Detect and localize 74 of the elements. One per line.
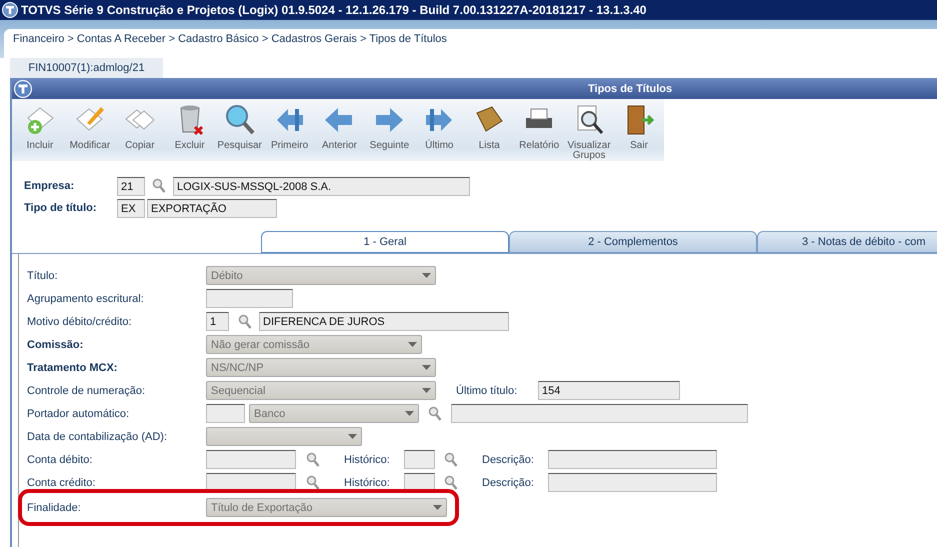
field-label: Empresa:: [24, 180, 76, 192]
caret-icon: [422, 273, 431, 278]
search-icon[interactable]: [305, 474, 321, 490]
caret-icon: [422, 365, 431, 370]
field-label: Data de contabilização (AD):: [27, 430, 168, 442]
input-field[interactable]: [206, 404, 245, 423]
toolbar-button[interactable]: Relatório: [514, 99, 564, 161]
field-label: Descrição:: [482, 476, 535, 488]
caret-icon: [433, 505, 442, 510]
dropdown[interactable]: Título de Exportação: [206, 498, 447, 517]
dropdown[interactable]: NS/NC/NP: [206, 358, 436, 377]
field-label: Agrupamento escritural:: [27, 292, 145, 304]
caret-icon: [405, 411, 414, 416]
search-icon[interactable]: [427, 406, 443, 422]
tab[interactable]: 2 - Complementos: [509, 231, 757, 253]
field-label: Histórico:: [344, 476, 391, 488]
field-label: Conta crédito:: [27, 476, 96, 488]
input-field[interactable]: DIFERENCA DE JUROS: [259, 312, 509, 331]
field-label: Finalidade:: [27, 502, 82, 514]
toolbar-button[interactable]: Copiar: [114, 99, 165, 161]
field-label: Comissão:: [27, 338, 84, 350]
toolbar-button[interactable]: Incluir: [15, 99, 65, 161]
input-field[interactable]: EX: [117, 198, 145, 218]
input-field[interactable]: EXPORTAÇÃO: [147, 198, 277, 218]
tab[interactable]: 3 - Notas de débito - com: [757, 231, 937, 253]
field-label: Conta débito:: [27, 454, 94, 466]
input-field[interactable]: [451, 404, 748, 423]
toolbar-button[interactable]: Sair: [614, 99, 664, 161]
program-tab[interactable]: FIN10007(1):admlog/21: [10, 58, 163, 78]
toolbar-button[interactable]: Lista: [464, 99, 514, 161]
toolbar-button[interactable]: Visualizar Grupos: [564, 99, 614, 161]
toolbar-button[interactable]: Modificar: [64, 99, 115, 161]
input-field[interactable]: 1: [206, 312, 229, 331]
logo-icon: [2, 2, 18, 18]
input-field[interactable]: [548, 473, 717, 492]
field-label: Descrição:: [482, 454, 535, 466]
toolbar-button[interactable]: Excluir: [164, 99, 215, 161]
input-field[interactable]: LOGIX-SUS-MSSQL-2008 S.A.: [173, 176, 470, 196]
toolbar-button[interactable]: Último: [414, 99, 464, 161]
field-label: Portador automático:: [27, 408, 130, 420]
search-icon[interactable]: [443, 474, 459, 490]
toolbar-button[interactable]: Primeiro: [264, 99, 315, 161]
input-field[interactable]: [206, 289, 293, 308]
field-label: Histórico:: [344, 454, 391, 466]
field-label: Título:: [27, 270, 59, 282]
dropdown[interactable]: Não gerar comissão: [206, 335, 422, 354]
field-label: Motivo débito/crédito:: [27, 316, 133, 328]
input-field[interactable]: 154: [538, 381, 680, 400]
window-title: TOTVS Série 9 Construção e Projetos (Logix) 01.9.5024 - 12.1.26.179 - Build 7.00.131227A-20181217 - 13.1.3.40: [21, 3, 646, 17]
input-field[interactable]: [404, 450, 435, 469]
search-icon[interactable]: [152, 178, 166, 194]
input-field[interactable]: [206, 450, 296, 469]
caret-icon: [408, 342, 417, 347]
dropdown[interactable]: Sequencial: [206, 381, 436, 400]
field-label: Último título:: [456, 384, 518, 396]
toolbar-button[interactable]: Anterior: [314, 99, 364, 161]
field-label: Controle de numeração:: [27, 384, 146, 396]
toolbar-button[interactable]: Pesquisar: [214, 99, 265, 161]
field-label: Tipo de título:: [24, 202, 98, 214]
search-icon[interactable]: [305, 452, 321, 468]
toolbar-button[interactable]: Seguinte: [364, 99, 414, 161]
tab[interactable]: 1 - Geral: [261, 231, 509, 253]
dropdown[interactable]: Débito: [206, 266, 436, 285]
field-label: Tratamento MCX:: [27, 362, 118, 374]
caret-icon: [348, 434, 357, 439]
input-field[interactable]: 21: [117, 176, 145, 196]
search-icon[interactable]: [443, 452, 459, 468]
caret-icon: [422, 388, 431, 393]
logo-icon: [14, 80, 32, 98]
breadcrumb: Financeiro > Contas A Receber > Cadastro Básico > Cadastros Gerais > Tipos de Títulos: [13, 33, 447, 45]
input-field[interactable]: [548, 450, 717, 469]
search-icon[interactable]: [237, 314, 253, 330]
dropdown[interactable]: Banco: [249, 404, 419, 423]
form-title: Tipos de Títulos: [588, 82, 672, 94]
